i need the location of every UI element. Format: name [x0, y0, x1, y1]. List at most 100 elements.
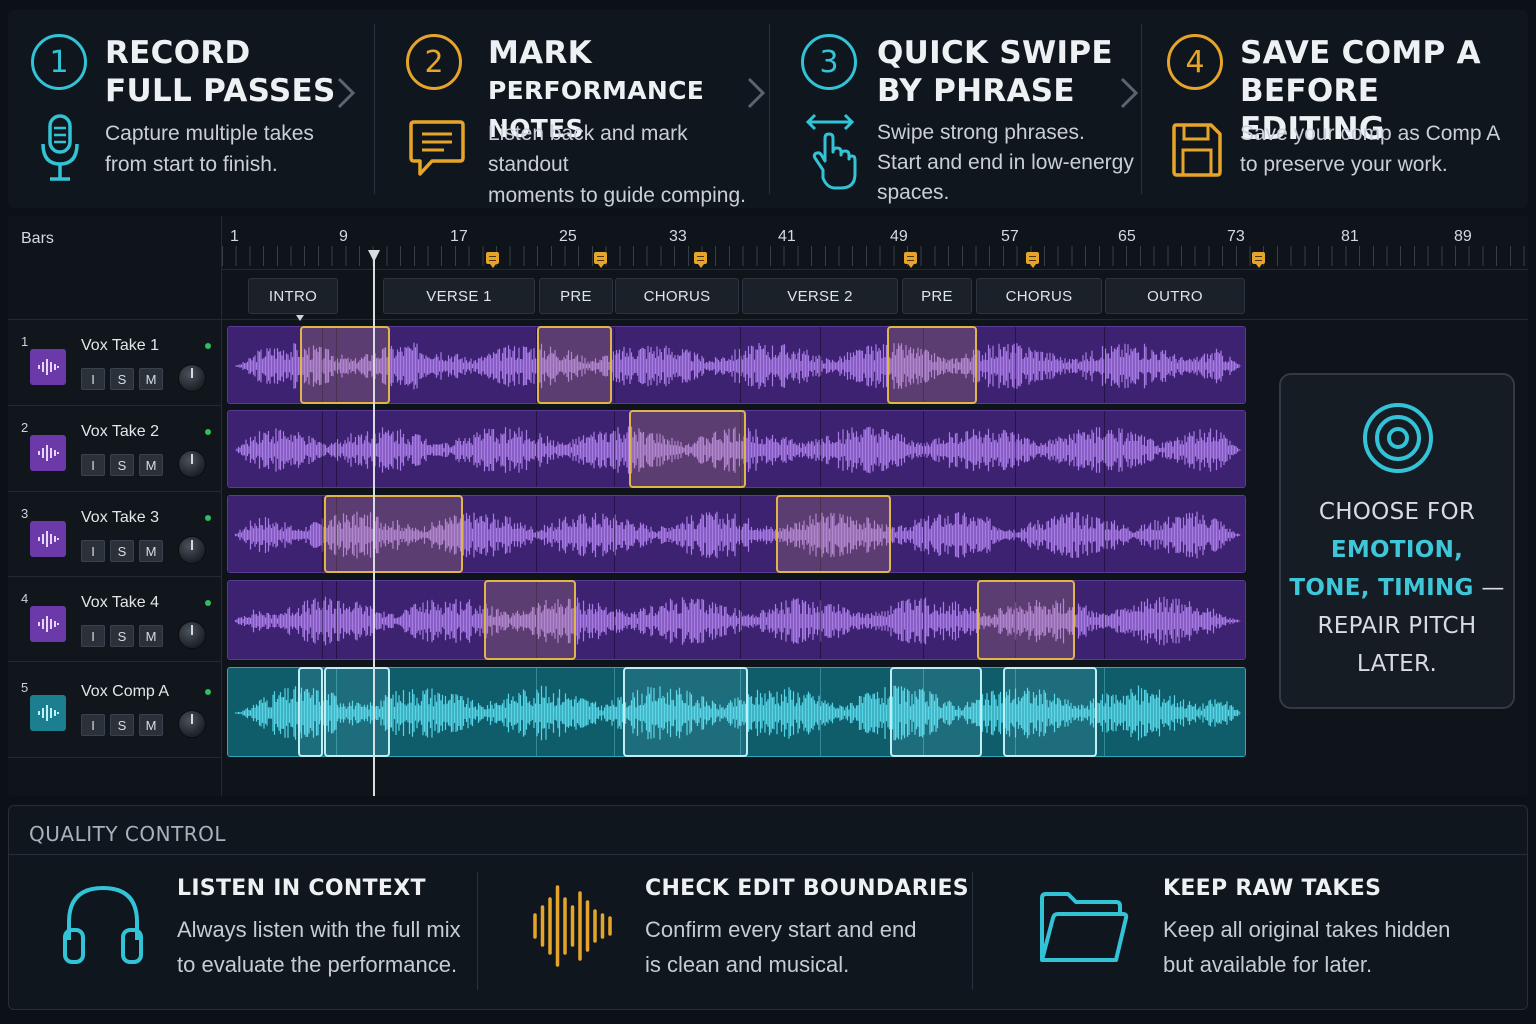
step-description: Listen back and mark standout moments to …: [488, 122, 746, 207]
bar-number: 57: [1001, 228, 1019, 245]
bar-number: 73: [1227, 228, 1245, 245]
intro-marker-icon: [296, 315, 304, 321]
segment-boundary: [923, 581, 924, 659]
track-input-button[interactable]: I: [81, 625, 105, 647]
segment-boundary: [740, 327, 741, 403]
ruler-ticks: [222, 246, 1528, 266]
segment-boundary: [820, 327, 821, 403]
track-mute-button[interactable]: M: [139, 454, 163, 476]
track-volume-knob[interactable]: [178, 364, 206, 392]
track-volume-knob[interactable]: [178, 621, 206, 649]
chevron-right-icon: [1119, 76, 1139, 115]
record-status-dot: [205, 600, 211, 606]
tip-card: CHOOSE FOR EMOTION, TONE, TIMING — REPAI…: [1279, 373, 1515, 709]
qc-listen-in-context: LISTEN IN CONTEXT Always listen with the…: [9, 854, 479, 1010]
track-solo-button[interactable]: S: [110, 368, 134, 390]
section-chorus[interactable]: CHORUS: [976, 278, 1102, 314]
comment-icon: [408, 118, 466, 185]
track-header[interactable]: 3 Vox Take 3 ISM: [8, 492, 221, 577]
step-swipe: 3 QUICK SWIPE BY PHRASE Swipe strong phr…: [769, 10, 1141, 208]
note-marker-icon[interactable]: [904, 252, 917, 268]
section-pre[interactable]: PRE: [539, 278, 613, 314]
qc-heading: LISTEN IN CONTEXT: [177, 876, 426, 901]
track-input-button[interactable]: I: [81, 368, 105, 390]
track-volume-knob[interactable]: [178, 536, 206, 564]
section-verse-1[interactable]: VERSE 1: [383, 278, 535, 314]
section-verse-2[interactable]: VERSE 2: [742, 278, 898, 314]
track-header[interactable]: 1 Vox Take 1 ISM: [8, 320, 221, 406]
qc-heading: CHECK EDIT BOUNDARIES: [645, 876, 969, 901]
segment-boundary: [923, 496, 924, 572]
selected-phrase[interactable]: [629, 410, 746, 488]
bar-number: 25: [559, 228, 577, 245]
track-mute-button[interactable]: M: [139, 625, 163, 647]
note-marker-icon[interactable]: [694, 252, 707, 268]
segment-boundary: [820, 411, 821, 487]
waveform-icon: [531, 884, 615, 981]
track-name[interactable]: Vox Comp A: [81, 683, 169, 701]
bar-number: 81: [1341, 228, 1359, 245]
section-intro[interactable]: INTRO: [248, 278, 338, 314]
section-outro[interactable]: OUTRO: [1105, 278, 1245, 314]
note-marker-icon[interactable]: [594, 252, 607, 268]
track-name[interactable]: Vox Take 4: [81, 594, 159, 612]
track-input-button[interactable]: I: [81, 540, 105, 562]
track-mute-button[interactable]: M: [139, 540, 163, 562]
track-number: 2: [21, 420, 29, 435]
bar-number: 9: [339, 228, 348, 245]
qc-check-edit-boundaries: CHECK EDIT BOUNDARIES Confirm every star…: [479, 854, 971, 1010]
segment-boundary: [322, 581, 323, 659]
playhead[interactable]: [373, 256, 375, 796]
selected-phrase[interactable]: [300, 326, 390, 404]
section-chorus[interactable]: CHORUS: [615, 278, 739, 314]
selected-phrase[interactable]: [977, 580, 1075, 660]
record-status-dot: [205, 343, 211, 349]
note-marker-icon[interactable]: [486, 252, 499, 268]
segment-boundary: [740, 581, 741, 659]
comp-segment[interactable]: [298, 667, 323, 757]
segment-boundary: [536, 496, 537, 572]
bar-ruler[interactable]: 1 9 17 25 33 41 49 57 65 73 81 89: [222, 216, 1528, 270]
take-lane[interactable]: [227, 580, 1246, 660]
track-solo-button[interactable]: S: [110, 454, 134, 476]
track-input-button[interactable]: I: [81, 714, 105, 736]
comp-segment[interactable]: [324, 667, 390, 757]
track-solo-button[interactable]: S: [110, 714, 134, 736]
track-volume-knob[interactable]: [178, 710, 206, 738]
comp-segment[interactable]: [890, 667, 982, 757]
track-header[interactable]: 4 Vox Take 4 ISM: [8, 577, 221, 662]
note-marker-icon[interactable]: [1026, 252, 1039, 268]
selected-phrase[interactable]: [324, 495, 463, 573]
selected-phrase[interactable]: [776, 495, 891, 573]
track-mute-button[interactable]: M: [139, 368, 163, 390]
segment-boundary: [1104, 327, 1105, 403]
track-volume-knob[interactable]: [178, 450, 206, 478]
target-icon: [1361, 401, 1435, 480]
chevron-right-icon: [746, 76, 766, 115]
daw-arrangement: Bars 1 9 17 25 33 41 49 57 65 73 81 89 INTRO VERSE 1…: [8, 216, 1528, 796]
track-header[interactable]: 2 Vox Take 2 ISM: [8, 406, 221, 492]
track-name[interactable]: Vox Take 2: [81, 423, 159, 441]
track-mute-button[interactable]: M: [139, 714, 163, 736]
bar-number: 49: [890, 228, 908, 245]
comp-segment[interactable]: [623, 667, 748, 757]
selected-phrase[interactable]: [484, 580, 576, 660]
swipe-hand-icon: [805, 112, 857, 197]
qc-description: Keep all original takes hidden but availa…: [1163, 917, 1451, 977]
track-name[interactable]: Vox Take 1: [81, 337, 159, 355]
bar-number: 89: [1454, 228, 1472, 245]
track-header[interactable]: 5 Vox Comp A ISM: [8, 662, 221, 758]
track-input-button[interactable]: I: [81, 454, 105, 476]
selected-phrase[interactable]: [537, 326, 612, 404]
track-solo-button[interactable]: S: [110, 625, 134, 647]
track-name[interactable]: Vox Take 3: [81, 509, 159, 527]
selected-phrase[interactable]: [887, 326, 977, 404]
note-marker-icon[interactable]: [1252, 252, 1265, 268]
comp-segment[interactable]: [1003, 667, 1097, 757]
save-icon: [1171, 122, 1223, 183]
track-solo-button[interactable]: S: [110, 540, 134, 562]
qc-description: Always listen with the full mix to evalua…: [177, 917, 461, 977]
section-pre[interactable]: PRE: [902, 278, 972, 314]
record-status-dot: [205, 689, 211, 695]
segment-boundary: [820, 581, 821, 659]
